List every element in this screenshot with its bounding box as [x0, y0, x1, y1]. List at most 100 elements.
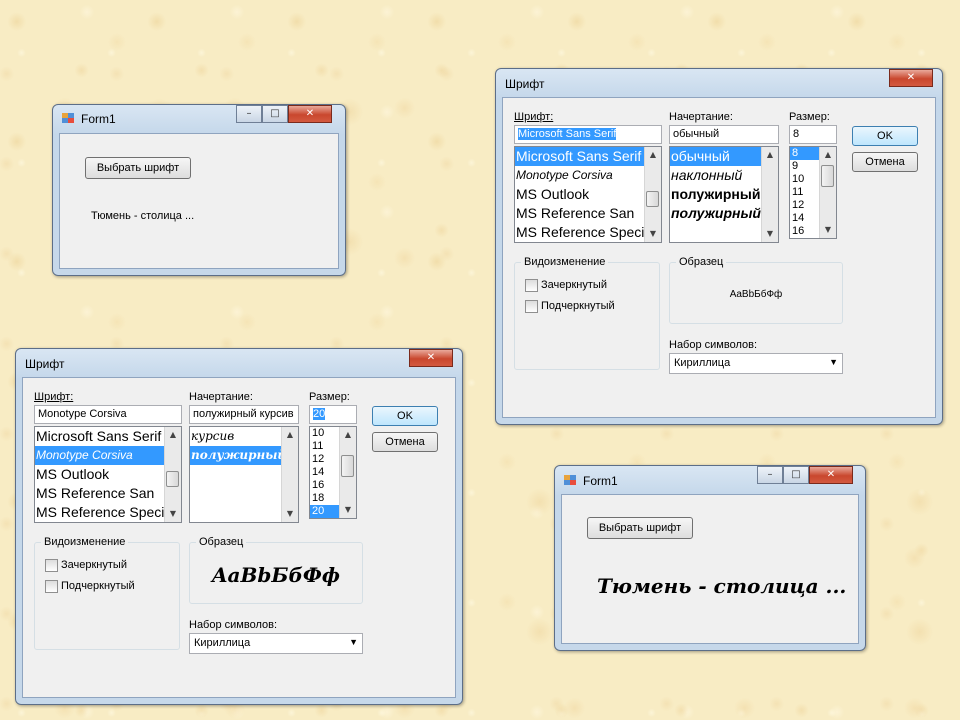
- list-item[interactable]: MS Outlook: [35, 465, 181, 484]
- form1-client-area: Выбрать шрифт Тюмень - столица ...: [59, 133, 339, 269]
- list-item[interactable]: MS Reference Speci: [515, 223, 661, 242]
- font-style-list[interactable]: курсив полужирный ку ▲ ▼: [189, 426, 299, 523]
- scroll-up-icon[interactable]: ▲: [282, 427, 298, 443]
- font-size-input[interactable]: 20: [309, 405, 357, 424]
- font-name-list[interactable]: Microsoft Sans Serif Monotype Corsiva MS…: [514, 146, 662, 243]
- ok-button[interactable]: OK: [852, 126, 918, 146]
- underline-checkbox[interactable]: [45, 580, 58, 593]
- underline-label[interactable]: Подчеркнутый: [61, 580, 135, 592]
- sample-group-label: Образец: [196, 536, 247, 548]
- scroll-up-icon[interactable]: ▲: [645, 147, 661, 163]
- font-name-input[interactable]: Monotype Corsiva: [34, 405, 182, 424]
- scrollbar[interactable]: ▲ ▼: [644, 147, 661, 242]
- sample-group: Образец AaBbБбФф: [669, 256, 843, 324]
- city-label: Тюмень - столица ...: [597, 574, 847, 598]
- scrollbar[interactable]: ▲ ▼: [761, 147, 778, 242]
- font-style-input[interactable]: обычный: [669, 125, 779, 144]
- effects-group: Видоизменение Зачеркнутый Подчеркнутый: [34, 536, 180, 650]
- ok-button[interactable]: OK: [372, 406, 438, 426]
- font-style-list[interactable]: обычный наклонный полужирный полужирный …: [669, 146, 779, 243]
- close-button[interactable]: ✕: [409, 349, 453, 367]
- font-name-input[interactable]: Microsoft Sans Serif: [514, 125, 662, 144]
- list-item[interactable]: MS Reference Speci: [35, 503, 181, 522]
- maximize-button[interactable]: □: [262, 105, 288, 123]
- scrollbar[interactable]: ▲ ▼: [819, 147, 836, 238]
- scroll-thumb[interactable]: [166, 471, 179, 487]
- scroll-down-icon[interactable]: ▼: [165, 506, 181, 522]
- effects-group: Видоизменение Зачеркнутый Подчеркнутый: [514, 256, 660, 370]
- list-item[interactable]: MS Reference San: [35, 484, 181, 503]
- font-size-input[interactable]: 8: [789, 125, 837, 144]
- choose-font-button[interactable]: Выбрать шрифт: [85, 157, 191, 179]
- strikeout-label[interactable]: Зачеркнутый: [541, 279, 607, 291]
- font-label: Шрифт:: [34, 391, 74, 403]
- strikeout-checkbox[interactable]: [45, 559, 58, 572]
- chevron-down-icon[interactable]: ▼: [349, 637, 358, 647]
- scroll-down-icon[interactable]: ▼: [282, 506, 298, 522]
- scrollbar[interactable]: ▲ ▼: [164, 427, 181, 522]
- maximize-button[interactable]: □: [783, 466, 809, 484]
- font-dialog-client: Шрифт: Начертание: Размер: Monotype Cors…: [22, 377, 456, 698]
- sample-group-label: Образец: [676, 256, 727, 268]
- form1-client-area: Выбрать шрифт Тюмень - столица ...: [561, 494, 859, 644]
- scroll-up-icon[interactable]: ▲: [165, 427, 181, 443]
- scroll-down-icon[interactable]: ▼: [762, 226, 778, 242]
- scroll-up-icon[interactable]: ▲: [340, 427, 356, 443]
- scrollbar[interactable]: ▲ ▼: [339, 427, 356, 518]
- scroll-thumb[interactable]: [821, 165, 834, 187]
- font-dialog-titlebar[interactable]: Шрифт: [496, 69, 942, 95]
- charset-select[interactable]: Кириллица ▼: [669, 353, 843, 374]
- close-button[interactable]: ✕: [889, 69, 933, 87]
- dialog-title: Шрифт: [505, 77, 545, 91]
- scroll-thumb[interactable]: [646, 191, 659, 207]
- underline-label[interactable]: Подчеркнутый: [541, 300, 615, 312]
- chevron-down-icon[interactable]: ▼: [829, 357, 838, 367]
- underline-checkbox[interactable]: [525, 300, 538, 313]
- strikeout-label[interactable]: Зачеркнутый: [61, 559, 127, 571]
- window-title: Form1: [583, 474, 618, 488]
- scroll-up-icon[interactable]: ▲: [762, 147, 778, 163]
- style-label: Начертание:: [669, 111, 733, 123]
- font-dialog-window-bottom: Шрифт ✕ Шрифт: Начертание: Размер: Monot…: [15, 348, 463, 705]
- font-size-list[interactable]: 8 9 10 11 12 14 16 ▲ ▼: [789, 146, 837, 239]
- list-item[interactable]: MS Reference San: [515, 204, 661, 223]
- minimize-button[interactable]: –: [757, 466, 783, 484]
- list-item[interactable]: Monotype Corsiva: [35, 446, 181, 465]
- sample-text: AaBbБбФф: [212, 563, 340, 587]
- size-label: Размер:: [789, 111, 830, 123]
- font-size-list[interactable]: 10 11 12 14 16 18 20 ▲ ▼: [309, 426, 357, 519]
- list-item[interactable]: Microsoft Sans Serif: [515, 147, 661, 166]
- font-size-value: 20: [313, 408, 326, 420]
- cancel-button[interactable]: Отмена: [852, 152, 918, 172]
- font-dialog-titlebar[interactable]: Шрифт: [16, 349, 462, 375]
- charset-select[interactable]: Кириллица ▼: [189, 633, 363, 654]
- scroll-down-icon[interactable]: ▼: [340, 502, 356, 518]
- cancel-button[interactable]: Отмена: [372, 432, 438, 452]
- charset-label: Набор символов:: [189, 619, 278, 631]
- font-name-list[interactable]: Microsoft Sans Serif Monotype Corsiva MS…: [34, 426, 182, 523]
- font-dialog-client: Шрифт: Начертание: Размер: Microsoft San…: [502, 97, 936, 418]
- minimize-button[interactable]: –: [236, 105, 262, 123]
- scroll-up-icon[interactable]: ▲: [820, 147, 836, 163]
- scroll-thumb[interactable]: [341, 455, 354, 477]
- scroll-down-icon[interactable]: ▼: [645, 226, 661, 242]
- scrollbar[interactable]: ▲ ▼: [281, 427, 298, 522]
- style-label: Начертание:: [189, 391, 253, 403]
- list-item[interactable]: MS Outlook: [515, 185, 661, 204]
- close-button[interactable]: ✕: [288, 105, 332, 123]
- choose-font-button[interactable]: Выбрать шрифт: [587, 517, 693, 539]
- form1-window-bottom: Form1 – □ ✕ Выбрать шрифт Тюмень - столи…: [554, 465, 866, 651]
- charset-label: Набор символов:: [669, 339, 758, 351]
- font-style-input[interactable]: полужирный курсив: [189, 405, 299, 424]
- list-item[interactable]: Microsoft Sans Serif: [35, 427, 181, 446]
- dialog-title: Шрифт: [25, 357, 65, 371]
- form1-window-top: Form1 – □ ✕ Выбрать шрифт Тюмень - столи…: [52, 104, 346, 276]
- app-icon: [564, 475, 576, 485]
- sample-text: AaBbБбФф: [729, 289, 783, 300]
- charset-value: Кириллица: [194, 637, 251, 649]
- list-item[interactable]: Monotype Corsiva: [515, 166, 661, 185]
- strikeout-checkbox[interactable]: [525, 279, 538, 292]
- scroll-down-icon[interactable]: ▼: [820, 222, 836, 238]
- city-label: Тюмень - столица ...: [91, 210, 195, 222]
- close-button[interactable]: ✕: [809, 466, 853, 484]
